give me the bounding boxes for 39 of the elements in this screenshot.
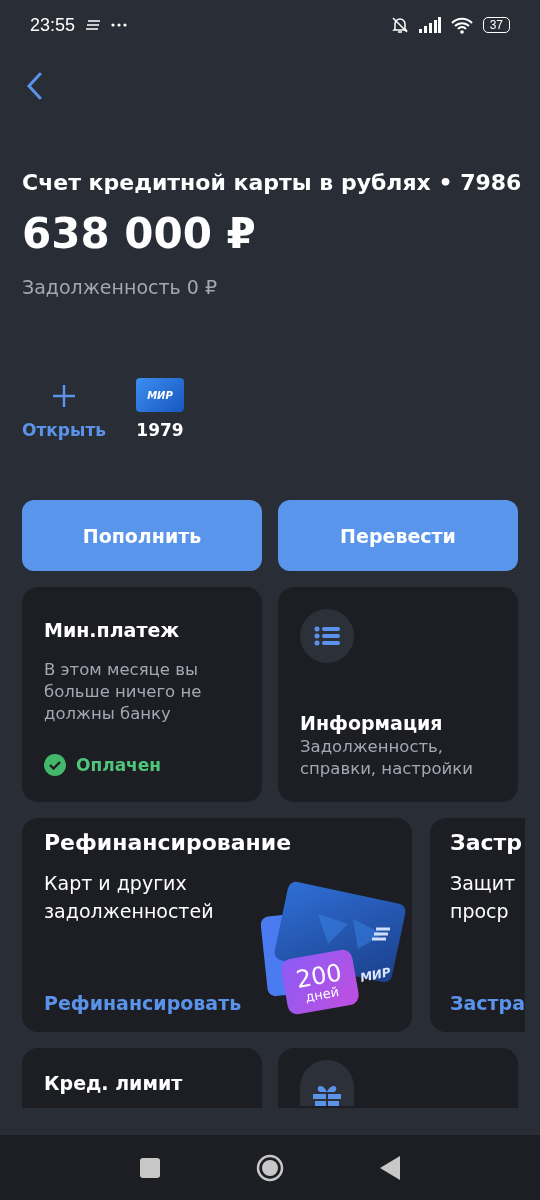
notification-icon bbox=[85, 20, 102, 30]
tile-card[interactable]: Мин.платеж В этом месяце вы больше ничего не должны банку Оплачен bbox=[22, 587, 262, 802]
home-icon[interactable] bbox=[256, 1153, 284, 1182]
status-time: 23:55 bbox=[30, 14, 76, 36]
offer-title: Рефинансирование bbox=[44, 830, 293, 855]
debt-text: Задолженность 0 ₽ bbox=[22, 276, 218, 298]
balance-amount: 638 000 ₽ bbox=[22, 209, 257, 258]
tile-text: Задолженность, справки, настройки bbox=[300, 736, 474, 780]
battery-indicator: 37 bbox=[482, 17, 510, 33]
plus-icon[interactable] bbox=[52, 384, 76, 408]
tile-title: Информация bbox=[300, 712, 444, 734]
more-icon bbox=[111, 23, 128, 27]
offer-text: Карт и других задолженностей bbox=[44, 871, 215, 924]
recents-icon[interactable] bbox=[140, 1157, 160, 1178]
tile-title: Мин.платеж bbox=[44, 619, 181, 641]
status-text: Оплачен bbox=[76, 755, 162, 775]
tile-card[interactable]: Информация Задолженность, справки, настройки bbox=[278, 587, 518, 802]
action-button[interactable]: Перевести bbox=[278, 500, 518, 571]
wifi-icon bbox=[450, 16, 473, 34]
offer-link[interactable]: Рефинансировать bbox=[44, 992, 242, 1014]
tile-card[interactable] bbox=[278, 1048, 518, 1108]
offer-text: Защит проср bbox=[450, 871, 517, 924]
account-title: Счет кредитной карты в рублях • 7986 bbox=[22, 170, 518, 195]
card-number: 1979 bbox=[136, 420, 184, 440]
signal-icon bbox=[418, 17, 441, 33]
bell-muted-icon bbox=[390, 16, 409, 34]
tile-text: В этом месяце вы больше ничего не должны банку bbox=[44, 659, 203, 725]
offer-card[interactable]: Рефинансирование Карт и других задолженностей Рефинансировать МИР 200 дней bbox=[22, 818, 412, 1032]
gift-icon bbox=[312, 1084, 342, 1106]
offer-link[interactable]: Застра bbox=[450, 992, 526, 1014]
tile-title: Кред. лимит bbox=[44, 1072, 184, 1094]
offer-card[interactable]: Застр Защит проср Застра bbox=[430, 818, 526, 1032]
bank-card[interactable]: МИР bbox=[136, 378, 184, 412]
back-nav-icon[interactable] bbox=[380, 1155, 400, 1180]
offer-title: Застр bbox=[450, 830, 523, 855]
back-icon[interactable] bbox=[26, 72, 42, 100]
action-button[interactable]: Пополнить bbox=[22, 500, 262, 571]
tile-card[interactable]: Кред. лимит bbox=[22, 1048, 262, 1108]
open-link[interactable]: Открыть bbox=[22, 420, 106, 440]
